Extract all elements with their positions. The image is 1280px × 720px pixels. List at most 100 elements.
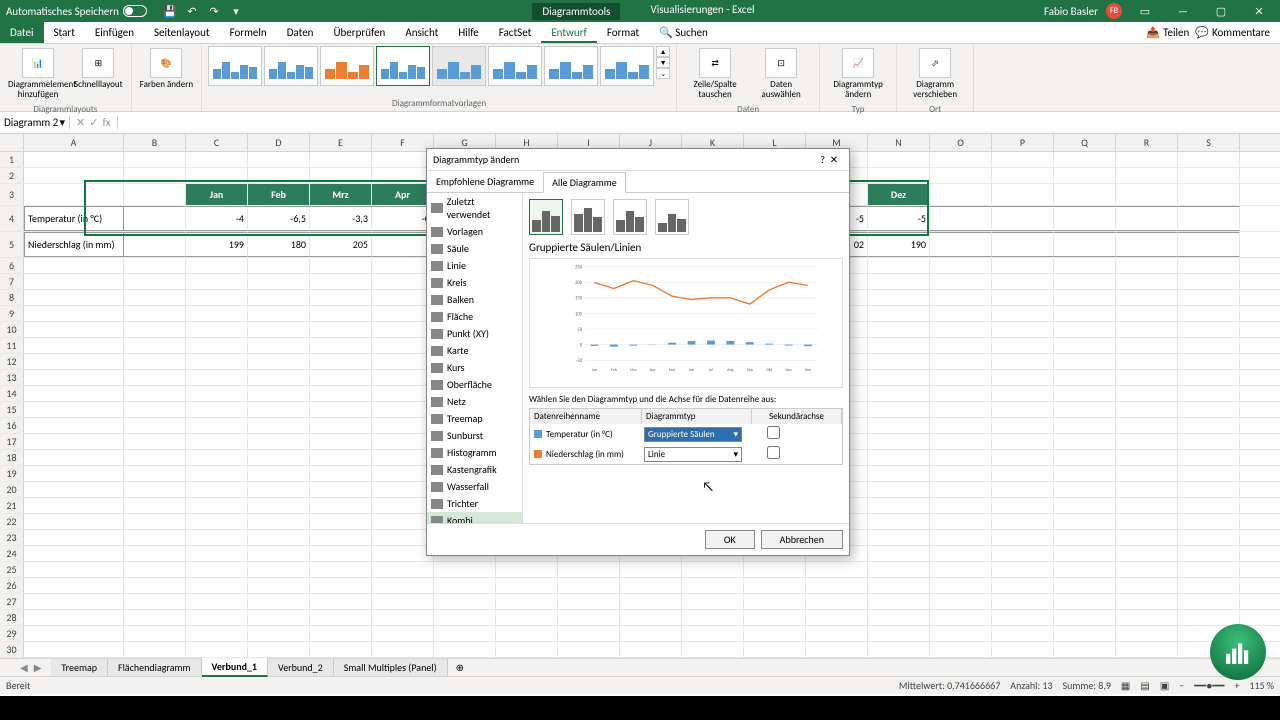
add-chart-element-button[interactable]: 📊Diagrammelement hinzufügen	[6, 46, 70, 102]
sheet-tab-verbund1[interactable]: Verbund_1	[202, 658, 269, 677]
tab-insert[interactable]: Einfügen	[85, 22, 144, 43]
svg-text:250: 250	[575, 266, 583, 271]
svg-text:Aug: Aug	[727, 368, 734, 373]
view-layout-icon[interactable]: ▤	[1140, 679, 1149, 692]
fx-icon[interactable]: fx	[102, 116, 110, 129]
select-all-corner[interactable]	[0, 134, 24, 151]
change-chart-type-button[interactable]: 📈Diagrammtyp ändern	[826, 46, 890, 102]
ribbon-display-icon[interactable]: ▭	[1130, 5, 1160, 18]
tab-factset[interactable]: FactSet	[489, 22, 542, 43]
tab-design[interactable]: Entwurf	[541, 22, 597, 43]
category-item[interactable]: Kurs	[427, 359, 522, 376]
gallery-down-icon[interactable]: ▼	[656, 57, 670, 68]
category-item[interactable]: Netz	[427, 393, 522, 410]
svg-text:50: 50	[577, 328, 582, 333]
change-colors-button[interactable]: 🎨Farben ändern	[138, 46, 195, 92]
zoom-slider[interactable]: ━━●━━	[1194, 679, 1224, 692]
tab-help[interactable]: Hilfe	[448, 22, 488, 43]
cancel-button[interactable]: Abbrechen	[761, 530, 843, 549]
tab-file[interactable]: Datei	[0, 22, 44, 43]
ok-button[interactable]: OK	[705, 530, 755, 549]
category-item[interactable]: Kastengrafik	[427, 461, 522, 478]
switch-row-col-button[interactable]: ⇄Zeile/Spalte tauschen	[683, 46, 747, 102]
series2-secondary-checkbox[interactable]	[767, 446, 780, 459]
category-item[interactable]: Kreis	[427, 274, 522, 291]
autosave-toggle[interactable]: Automatisches Speichern	[6, 5, 147, 18]
subtype-custom[interactable]	[655, 199, 689, 235]
close-icon[interactable]: ✕	[1244, 5, 1274, 18]
status-ready: Bereit	[6, 679, 30, 692]
svg-text:Mrz: Mrz	[630, 368, 637, 373]
series1-type-dropdown[interactable]: Gruppierte Säulen▾	[644, 427, 742, 442]
share-button[interactable]: 📤 Teilen	[1146, 26, 1189, 39]
search-button[interactable]: 🔍 Suchen	[649, 22, 718, 43]
minimize-icon[interactable]: —	[1168, 5, 1198, 18]
quick-layout-button[interactable]: ⊞Schnelllayout	[72, 46, 125, 92]
view-break-icon[interactable]: ▣	[1160, 679, 1169, 692]
category-item[interactable]: Vorlagen	[427, 223, 522, 240]
zoom-level[interactable]: 115 %	[1249, 679, 1274, 692]
user-name[interactable]: Fabio Basler	[1044, 5, 1098, 18]
category-item[interactable]: Oberfläche	[427, 376, 522, 393]
chart-preview: -50050100150200250JanFebMrzAprMaiJunJulA…	[529, 258, 843, 388]
tab-start[interactable]: Start	[44, 22, 85, 43]
qat-more-icon[interactable]: ▾	[229, 4, 243, 18]
series1-secondary-checkbox[interactable]	[767, 426, 780, 439]
subtype-combo[interactable]	[613, 199, 647, 235]
category-item[interactable]: Treemap	[427, 410, 522, 427]
view-normal-icon[interactable]: ▦	[1121, 679, 1130, 692]
redo-icon[interactable]: ↷	[207, 4, 221, 18]
category-item[interactable]: Trichter	[427, 495, 522, 512]
svg-text:Sep: Sep	[747, 368, 754, 373]
category-item[interactable]: Balken	[427, 291, 522, 308]
category-item[interactable]: Kombi	[427, 512, 522, 523]
save-icon[interactable]: 💾	[163, 4, 177, 18]
add-sheet-button[interactable]: ⊕	[448, 659, 472, 676]
category-item[interactable]: Säule	[427, 240, 522, 257]
maximize-icon[interactable]: ▢	[1206, 5, 1236, 18]
sheet-next-icon[interactable]: ▶	[34, 661, 42, 674]
zoom-out-icon[interactable]: −	[1179, 679, 1184, 692]
zoom-in-icon[interactable]: +	[1234, 679, 1239, 692]
subtype-stacked[interactable]	[571, 199, 605, 235]
gallery-up-icon[interactable]: ▲	[656, 46, 670, 57]
select-data-button[interactable]: ⊡Daten auswählen	[749, 46, 813, 102]
tab-review[interactable]: Überprüfen	[323, 22, 395, 43]
tab-data[interactable]: Daten	[277, 22, 324, 43]
tab-format[interactable]: Format	[597, 22, 649, 43]
tab-formulas[interactable]: Formeln	[220, 22, 277, 43]
dialog-close-icon[interactable]: ✕	[825, 153, 843, 166]
tab-view[interactable]: Ansicht	[395, 22, 448, 43]
gallery-more-icon[interactable]: ⌄	[656, 68, 670, 79]
sheet-tab-small-multiples[interactable]: Small Multiples (Panel)	[334, 659, 448, 676]
user-avatar[interactable]: FB	[1106, 3, 1122, 19]
category-item[interactable]: Karte	[427, 342, 522, 359]
chart-category-list: Zuletzt verwendetVorlagenSäuleLinieKreis…	[427, 193, 523, 523]
sheet-prev-icon[interactable]: ◀	[20, 661, 28, 674]
tool-context: Diagrammtools	[532, 3, 620, 20]
tab-recommended[interactable]: Empfohlene Diagramme	[427, 171, 543, 192]
tab-all-charts[interactable]: Alle Diagramme	[543, 172, 626, 193]
series2-type-dropdown[interactable]: Linie▾	[644, 447, 742, 462]
document-title: Visualisierungen - Excel	[650, 3, 754, 20]
svg-text:0: 0	[580, 343, 583, 348]
category-item[interactable]: Fläche	[427, 308, 522, 325]
sheet-tab-area[interactable]: Flächendiagramm	[108, 659, 202, 676]
enter-formula-icon[interactable]: ✓	[89, 116, 98, 129]
move-chart-button[interactable]: ⬀Diagramm verschieben	[903, 46, 967, 102]
subtype-clustered[interactable]	[529, 199, 563, 235]
category-item[interactable]: Sunburst	[427, 427, 522, 444]
sheet-tab-treemap[interactable]: Treemap	[51, 659, 108, 676]
category-item[interactable]: Punkt (XY)	[427, 325, 522, 342]
category-item[interactable]: Wasserfall	[427, 478, 522, 495]
category-item[interactable]: Histogramm	[427, 444, 522, 461]
sheet-tab-verbund2[interactable]: Verbund_2	[268, 659, 334, 676]
category-item[interactable]: Linie	[427, 257, 522, 274]
tab-layout[interactable]: Seitenlayout	[144, 22, 220, 43]
comments-button[interactable]: 💬 Kommentare	[1195, 26, 1270, 39]
category-item[interactable]: Zuletzt verwendet	[427, 193, 522, 223]
cancel-formula-icon[interactable]: ✕	[76, 116, 85, 129]
name-box[interactable]: Diagramm 2▾	[0, 116, 70, 129]
chart-style-gallery[interactable]	[208, 46, 654, 86]
undo-icon[interactable]: ↶	[185, 4, 199, 18]
